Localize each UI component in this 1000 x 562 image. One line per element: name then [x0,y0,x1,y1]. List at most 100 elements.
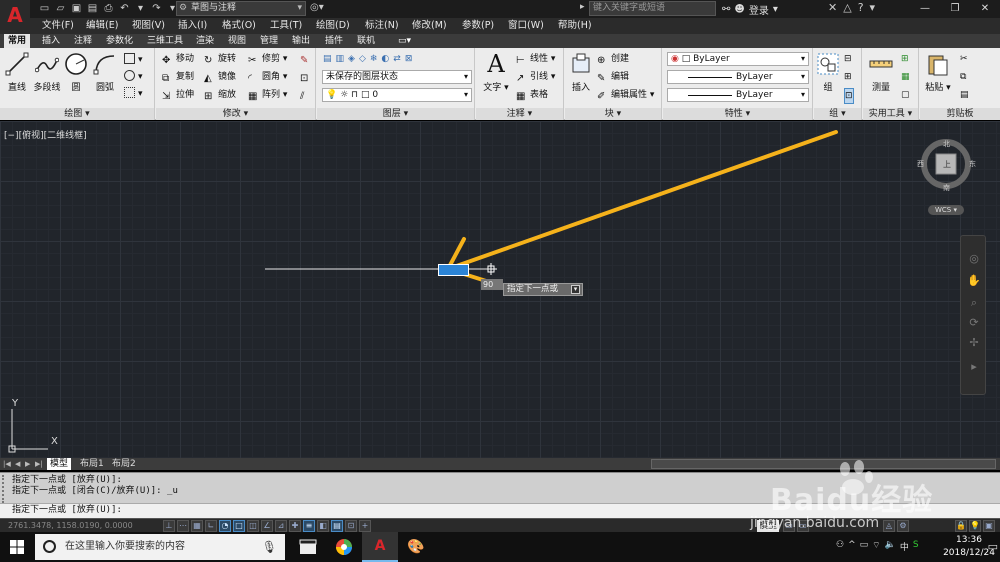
transparency-icon[interactable]: ◧ [317,520,329,532]
minimize-icon[interactable]: — [910,0,940,18]
model-space-toggle[interactable]: 模型 [757,520,779,532]
menu-window[interactable]: 窗口(W) [508,19,544,33]
annotation-monitor-icon[interactable]: + [359,520,371,532]
arc-button[interactable]: 圆弧 [92,52,118,93]
lock-ui-icon[interactable]: 🔒 [955,520,967,532]
ribbon-options-icon[interactable]: ▭▾ [398,34,411,48]
3d-osnap-icon[interactable]: ◫ [247,520,259,532]
menu-file[interactable]: 文件(F) [42,19,74,33]
fillet-button[interactable]: ◜ 圆角 ▾ [248,70,287,84]
close-icon[interactable]: ✕ [970,0,1000,18]
save-as-icon[interactable]: ▤ [86,2,99,15]
edit-block-button[interactable]: ✎ 编辑 [597,70,629,84]
clean-screen-icon[interactable]: ▣ [983,520,995,532]
exchange-icon[interactable]: ✕ [828,1,837,14]
undo-icon[interactable]: ↶ [118,2,131,15]
workspace-selector[interactable]: ⚙ 草图与注释 ▾ [176,1,306,16]
table-button[interactable]: ▦ 表格 [516,88,548,102]
annotation-scale-icon[interactable]: ◬ [883,520,895,532]
rotate-button[interactable]: ↻ 旋转 [204,52,236,66]
quick-properties-icon[interactable]: ▤ [331,520,343,532]
steering-wheel-icon[interactable]: ◎ [967,252,981,266]
panel-draw-title[interactable]: 绘图 ▾ [0,108,154,120]
circle-button[interactable]: 圆 [64,52,88,93]
viewcube-east[interactable]: 东 [969,159,976,169]
lineweight-select[interactable]: ByLayer ▾ [667,88,809,102]
binoculars-icon[interactable]: ⚯ [722,4,730,15]
rectangle-button[interactable]: ▾ [124,53,143,67]
taskbar-app-browser[interactable] [326,532,362,562]
ime-icon[interactable]: 中 [900,540,909,553]
dyn-input-icon[interactable]: ✚ [289,520,301,532]
leader-button[interactable]: ↗ 引线 ▾ [516,70,555,84]
tab-3d-tools[interactable]: 三维工具 [147,34,183,48]
viewcube-west[interactable]: 西 [917,159,924,169]
people-icon[interactable]: ⚇ [836,540,844,553]
menu-view[interactable]: 视图(V) [132,19,165,33]
microphone-icon[interactable]: 🎙 [262,534,277,560]
layer-lock-icon[interactable]: ⊠ [405,54,417,64]
polyline-button[interactable]: 多段线 [31,52,63,93]
last-tab-icon[interactable]: ▶| [35,458,43,470]
tab-manage[interactable]: 管理 [260,34,278,48]
layer-freeze-icon[interactable]: ❄ [370,54,382,64]
workspace-switch-icon[interactable]: ◎▾ [310,2,324,13]
horizontal-scrollbar[interactable] [651,459,996,469]
array-button[interactable]: ▦ 阵列 ▾ [248,88,287,102]
gradient-button[interactable]: ▾ [124,87,143,101]
insert-block-button[interactable]: 插入 [567,52,595,93]
quick-view-drawings-icon[interactable]: ▭ [797,520,809,532]
layer-isolate-icon[interactable]: ◈ [348,54,359,64]
viewcube-south[interactable]: 南 [943,183,950,193]
ortho-icon[interactable]: ∟ [205,520,217,532]
nav-more-icon[interactable]: ▸ [967,360,981,374]
tab-annotate[interactable]: 注释 [74,34,92,48]
battery-icon[interactable]: ▭ [860,540,869,553]
group-button[interactable]: 组 [816,52,840,93]
line-button[interactable]: 直线 [4,52,30,93]
tab-insert[interactable]: 插入 [42,34,60,48]
first-tab-icon[interactable]: |◀ [3,458,11,470]
panel-groups-title[interactable]: 组 ▾ [814,108,861,120]
command-window-grip[interactable] [2,475,8,503]
isolate-objects-icon[interactable]: 💡 [969,520,981,532]
infer-constraints-icon[interactable]: ⊥ [163,520,175,532]
snap-mode-icon[interactable]: ⋯ [177,520,189,532]
tab-output[interactable]: 输出 [292,34,310,48]
panel-annotation-title[interactable]: 注释 ▾ [476,108,563,120]
menu-format[interactable]: 格式(O) [222,19,256,33]
dynamic-input-length[interactable] [438,264,469,276]
workspace-switching-icon[interactable]: ⚙ [897,520,909,532]
save-icon[interactable]: ▣ [70,2,83,15]
tab-layout1[interactable]: 布局1 [77,458,107,470]
expand-search-icon[interactable]: ▸ [580,2,585,12]
menu-edit[interactable]: 编辑(E) [86,19,118,33]
viewcube-top[interactable]: 上 [943,159,951,170]
tab-render[interactable]: 渲染 [196,34,214,48]
linear-dimension-button[interactable]: ⊢ 线性 ▾ [516,52,555,66]
copy-clip-icon[interactable]: ⧉ [960,70,966,84]
group-edit-icon[interactable]: ⊞ [844,70,852,84]
copy-button[interactable]: ⧉ 复制 [162,70,194,84]
prev-tab-icon[interactable]: ◀ [15,458,20,470]
match-properties-icon[interactable]: ▤ [960,88,969,102]
otrack-icon[interactable]: ∠ [261,520,273,532]
login-area[interactable]: ⚯ ☻ 登录 ▾ [722,2,778,17]
tab-model[interactable]: 模型 [47,458,72,470]
dropdown-icon[interactable]: ▾ [134,2,147,15]
pan-icon[interactable]: ✋ [967,274,981,288]
tab-home[interactable]: 常用 [4,34,31,48]
wcs-menu[interactable]: WCS ▾ [928,205,964,215]
viewcube-north[interactable]: 北 [943,139,950,149]
coordinate-readout[interactable]: 2761.3478, 1158.0190, 0.0000 [8,519,133,533]
layer-properties-icon[interactable]: ▤ [323,54,336,64]
panel-block-title[interactable]: 块 ▾ [565,108,661,120]
move-button[interactable]: ✥ 移动 [162,52,194,66]
id-point-icon[interactable]: ▢ [901,88,910,102]
a360-icon[interactable]: △ [843,1,851,14]
search-input[interactable]: 键入关键字或短语 [589,1,716,16]
new-file-icon[interactable]: ▭ [38,2,51,15]
command-line-input[interactable]: 指定下一点或 [放弃(U)]: [0,503,1000,518]
mirror-button[interactable]: ◭ 镜像 [204,70,236,84]
color-select[interactable]: ◉ □ ByLayer ▾ [667,52,809,66]
